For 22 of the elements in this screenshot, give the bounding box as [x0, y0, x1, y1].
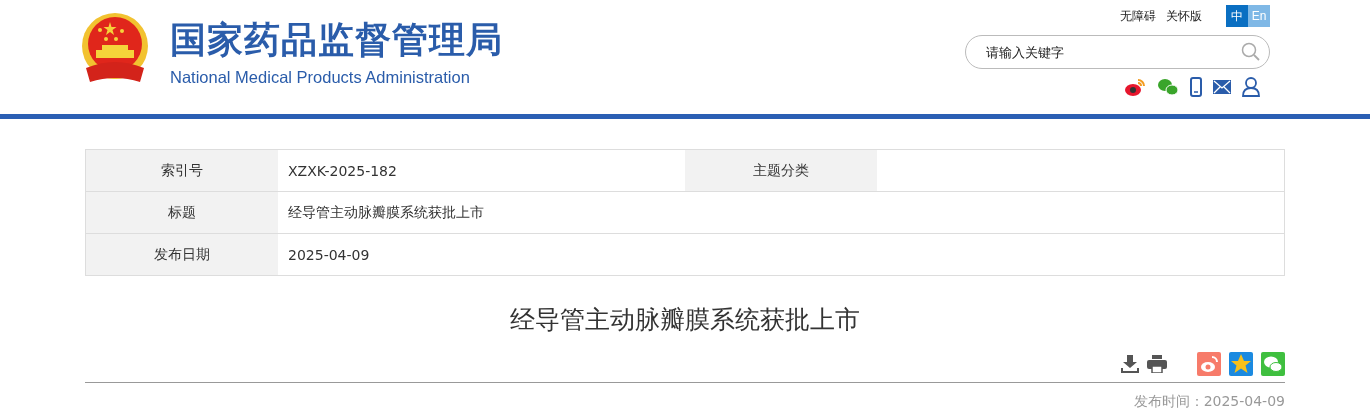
table-label-cell: 索引号	[86, 150, 278, 191]
user-icon[interactable]	[1242, 77, 1260, 97]
table-cell-text: 经导管主动脉瓣膜系统获批上市	[287, 202, 485, 222]
phone-icon[interactable]	[1190, 77, 1202, 97]
language-tab[interactable]: 中	[1226, 5, 1248, 27]
mail-icon[interactable]	[1213, 80, 1231, 94]
article-title: 经导管主动脉瓣膜系统获批上市	[509, 304, 861, 336]
table-cell-text: XZXK-2025-182	[287, 161, 398, 181]
top-link[interactable]: 无障碍	[1120, 7, 1156, 25]
top-link[interactable]: 关怀版	[1166, 7, 1202, 25]
star-share-icon[interactable]	[1229, 352, 1253, 376]
emblem-icon	[80, 12, 150, 84]
site-subtitle: National Medical Products Administration	[170, 68, 471, 87]
search-field[interactable]: 请输入关键字	[965, 35, 1270, 69]
table-label-cell: 主题分类	[685, 150, 877, 191]
print-icon[interactable]	[1147, 355, 1167, 373]
publish-date: 发布时间：2025-04-09	[1132, 393, 1285, 411]
table-cell-text: 2025-04-09	[287, 245, 371, 265]
download-icon[interactable]	[1121, 355, 1139, 373]
site-title: 国家药品监督管理局	[170, 18, 503, 62]
table-label-cell: 标题	[86, 192, 278, 233]
table-label-cell: 发布日期	[86, 234, 278, 275]
